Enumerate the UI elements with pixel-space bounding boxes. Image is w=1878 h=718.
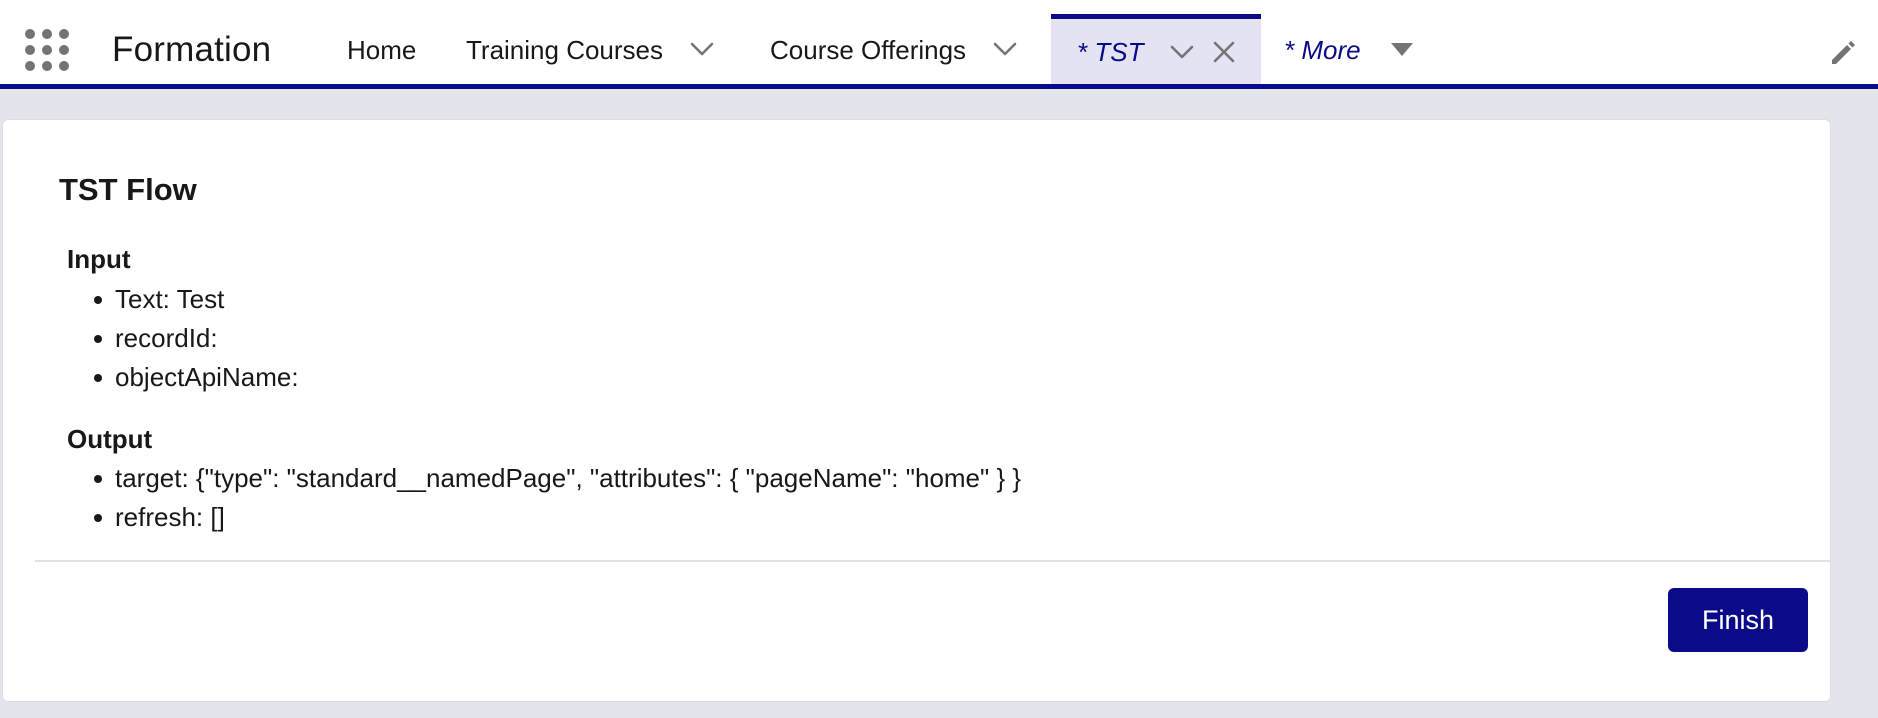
chevron-down-icon[interactable]	[990, 34, 1020, 64]
list-item: target: {"type": "standard__namedPage", …	[93, 459, 1021, 498]
list-item: recordId:	[94, 319, 299, 358]
footer-divider	[35, 560, 1836, 562]
chevron-down-icon[interactable]	[687, 34, 717, 64]
global-navigation-bar: Formation Home Training Courses Course O…	[0, 0, 1878, 89]
input-list: Text: Test recordId: objectApiName:	[94, 280, 299, 397]
nav-tab-more[interactable]: * More	[1284, 14, 1413, 84]
nav-tab-tst-active[interactable]: * TST	[1051, 14, 1261, 84]
app-name: Formation	[112, 30, 272, 69]
output-list: target: {"type": "standard__namedPage", …	[93, 459, 1021, 537]
output-heading: Output	[67, 424, 153, 454]
list-item: Text: Test	[94, 280, 299, 319]
chevron-down-icon[interactable]	[1167, 37, 1197, 67]
nav-tab-label: * TST	[1077, 37, 1144, 67]
nav-tab-label: * More	[1284, 34, 1361, 65]
pencil-icon[interactable]	[1826, 36, 1858, 68]
caret-down-icon[interactable]	[1390, 42, 1413, 56]
nav-tab-course-offerings[interactable]: Course Offerings	[770, 14, 1020, 84]
nav-tab-training-courses[interactable]: Training Courses	[466, 14, 717, 84]
app-launcher-grid-icon[interactable]	[25, 29, 69, 71]
list-item: objectApiName:	[94, 358, 299, 397]
nav-tab-home[interactable]: Home	[347, 14, 416, 84]
flow-title: TST Flow	[59, 172, 197, 207]
finish-button[interactable]: Finish	[1668, 588, 1808, 652]
nav-tab-label: Course Offerings	[770, 34, 967, 65]
flow-card: TST Flow Input Text: Test recordId: obje…	[2, 119, 1836, 702]
nav-tab-label: Training Courses	[466, 34, 664, 65]
list-item: refresh: []	[93, 498, 1021, 537]
input-heading: Input	[67, 244, 131, 274]
close-icon[interactable]	[1211, 39, 1237, 65]
nav-tab-label: Home	[347, 34, 417, 65]
